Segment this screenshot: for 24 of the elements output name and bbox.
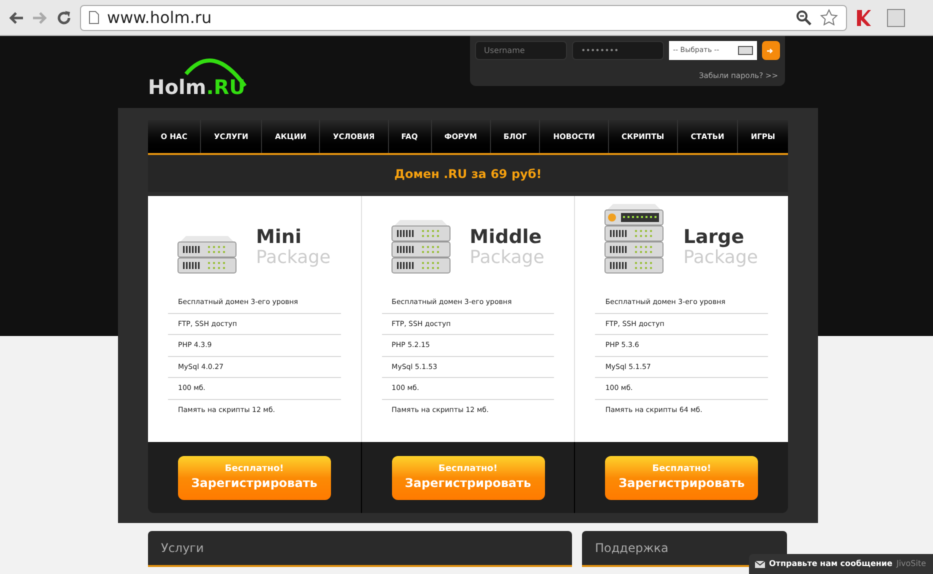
plan-name: Middle [470, 227, 543, 248]
username-field[interactable]: Username [475, 41, 567, 60]
url-text: www.holm.ru [107, 6, 213, 28]
back-arrow-icon[interactable] [8, 10, 24, 24]
arrow-icon [767, 48, 774, 54]
server-rack-icon [603, 202, 666, 276]
envelope-icon [755, 560, 765, 568]
extension-icon[interactable] [887, 8, 905, 26]
zoom-out-icon[interactable] [796, 10, 812, 26]
section-header: Услуги [148, 531, 572, 567]
star-icon[interactable] [820, 9, 838, 26]
plan-name: Mini [256, 227, 302, 248]
reload-icon[interactable] [56, 10, 72, 26]
promo-banner-text: Домен .RU за 69 руб! [394, 166, 542, 182]
login-button[interactable] [762, 41, 780, 60]
plan-name: Large [683, 227, 746, 248]
server-rack-icon [390, 218, 452, 276]
address-bar[interactable]: www.holm.ru [80, 4, 847, 30]
chat-widget-label: Отправьте нам сообщение [769, 558, 892, 570]
password-field[interactable]: •••••••• [572, 41, 664, 60]
chat-brand: JivoSite [896, 558, 926, 570]
server-rack-icon [176, 234, 238, 276]
chat-widget[interactable]: Отправьте нам сообщение JivoSite [749, 554, 933, 574]
page-icon [89, 11, 99, 24]
